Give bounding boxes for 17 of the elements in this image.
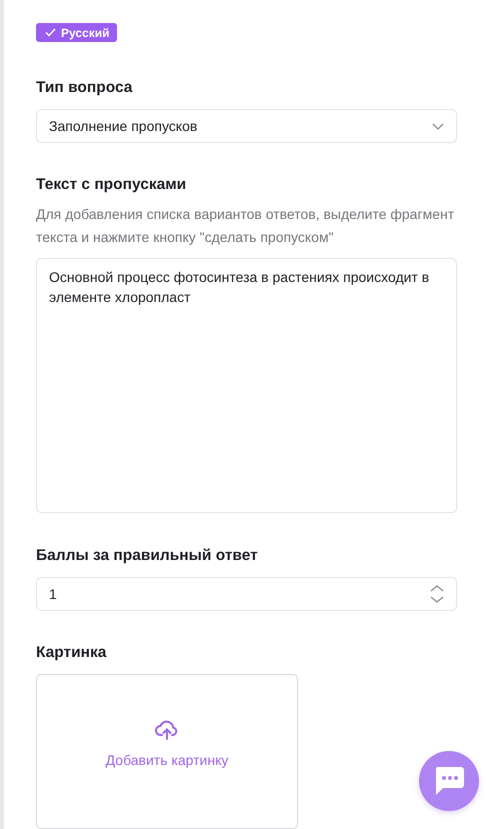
check-icon	[45, 28, 56, 38]
language-tag[interactable]: Русский	[36, 23, 116, 42]
question-type-select[interactable]: Заполнение пропусков	[36, 109, 457, 143]
points-input[interactable]: 1	[36, 576, 457, 611]
cloud-upload-icon	[155, 720, 179, 740]
hint-text: Для добавления списка вариантов ответов, выделите фрагмент текста и нажмите кнопку "сделать пропуском"	[36, 204, 456, 247]
field-label: Картинка	[36, 644, 108, 662]
field-label: Текст с пропусками	[36, 176, 188, 194]
image-upload-area[interactable]: Добавить картинку	[36, 674, 298, 829]
stepper-icon	[430, 584, 444, 604]
field-label: Тип вопроса	[36, 79, 134, 98]
chat-icon	[433, 766, 465, 796]
chevron-down-icon	[432, 122, 444, 130]
field-label: Баллы за правильный ответ	[36, 546, 259, 565]
chat-button[interactable]	[419, 751, 479, 811]
add-image-link[interactable]: Добавить картинку	[106, 752, 228, 768]
text-area[interactable]: Основной процесс фотосинтеза в растениях происходит в элементе хлоропласт	[36, 258, 457, 513]
